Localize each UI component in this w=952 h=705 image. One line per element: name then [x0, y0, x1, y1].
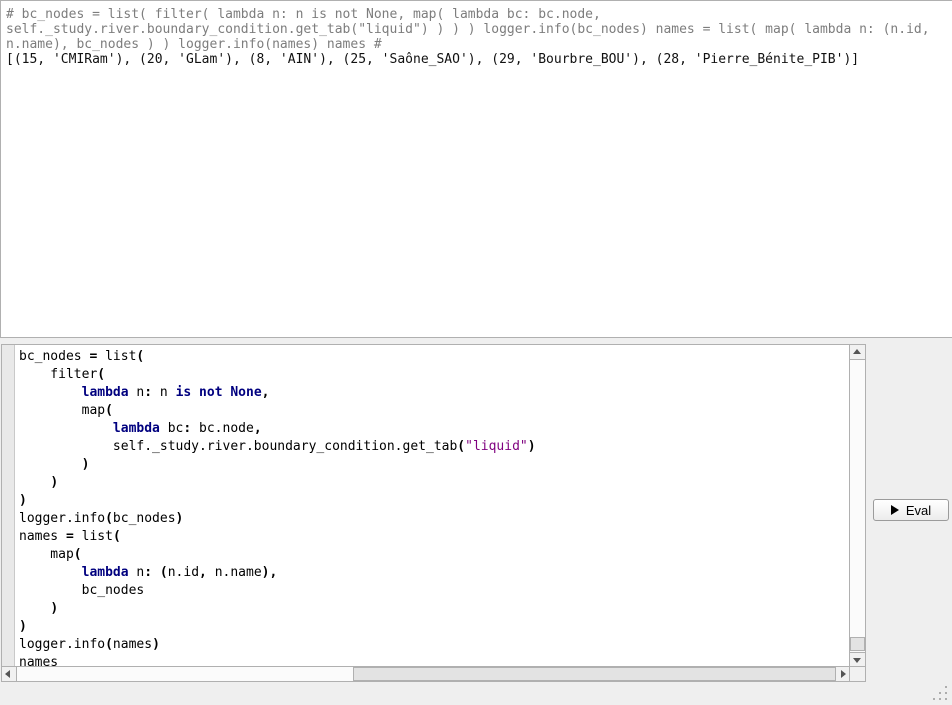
code-editor-panel: bc_nodes = list( filter( lambda n: n is …	[1, 344, 866, 682]
code-line: )	[19, 474, 850, 492]
console-line: [(15, 'CMIRam'), (20, 'GLam'), (8, 'AIN'…	[6, 52, 952, 67]
scrollbar-corner	[849, 666, 865, 681]
code-line: )	[19, 492, 850, 510]
scroll-up-button[interactable]	[850, 345, 865, 360]
scroll-right-button[interactable]	[835, 667, 850, 681]
chevron-down-icon	[853, 658, 861, 663]
code-line: names = list(	[19, 528, 850, 546]
code-line: )	[19, 618, 850, 636]
code-line: )	[19, 600, 850, 618]
chevron-up-icon	[853, 349, 861, 354]
code-line: logger.info(names)	[19, 636, 850, 654]
chevron-left-icon	[5, 670, 10, 678]
code-line: lambda bc: bc.node,	[19, 420, 850, 438]
chevron-right-icon	[841, 670, 846, 678]
vertical-scrollbar[interactable]	[849, 345, 865, 667]
code-line: filter(	[19, 366, 850, 384]
horizontal-scrollbar-thumb[interactable]	[353, 667, 838, 681]
eval-script-window: { "console": { "lines": [ {"text": "# bc…	[0, 0, 952, 705]
console-line: # bc_nodes = list( filter( lambda n: n i…	[6, 7, 952, 22]
play-icon	[891, 505, 899, 515]
code-line: lambda n: n is not None,	[19, 384, 850, 402]
console-line: self._study.river.boundary_condition.get…	[6, 22, 952, 37]
code-line: logger.info(bc_nodes)	[19, 510, 850, 528]
eval-button-label: Eval	[906, 503, 931, 518]
resize-grip-icon[interactable]	[933, 686, 949, 702]
code-line: map(	[19, 402, 850, 420]
vertical-scrollbar-thumb[interactable]	[850, 637, 865, 651]
eval-button[interactable]: Eval	[873, 499, 949, 521]
code-editor-textarea[interactable]: bc_nodes = list( filter( lambda n: n is …	[15, 345, 850, 667]
scroll-down-button[interactable]	[850, 652, 865, 667]
code-line: map(	[19, 546, 850, 564]
console-output-pane: # bc_nodes = list( filter( lambda n: n i…	[0, 0, 952, 338]
console-line: n.name), bc_nodes ) ) logger.info(names)…	[6, 37, 952, 52]
scroll-left-button[interactable]	[2, 667, 17, 681]
code-line: )	[19, 456, 850, 474]
editor-marker-gutter	[2, 345, 15, 667]
code-line: bc_nodes = list(	[19, 348, 850, 366]
code-line: bc_nodes	[19, 582, 850, 600]
horizontal-scrollbar[interactable]	[2, 666, 850, 681]
code-line: self._study.river.boundary_condition.get…	[19, 438, 850, 456]
code-line: lambda n: (n.id, n.name),	[19, 564, 850, 582]
